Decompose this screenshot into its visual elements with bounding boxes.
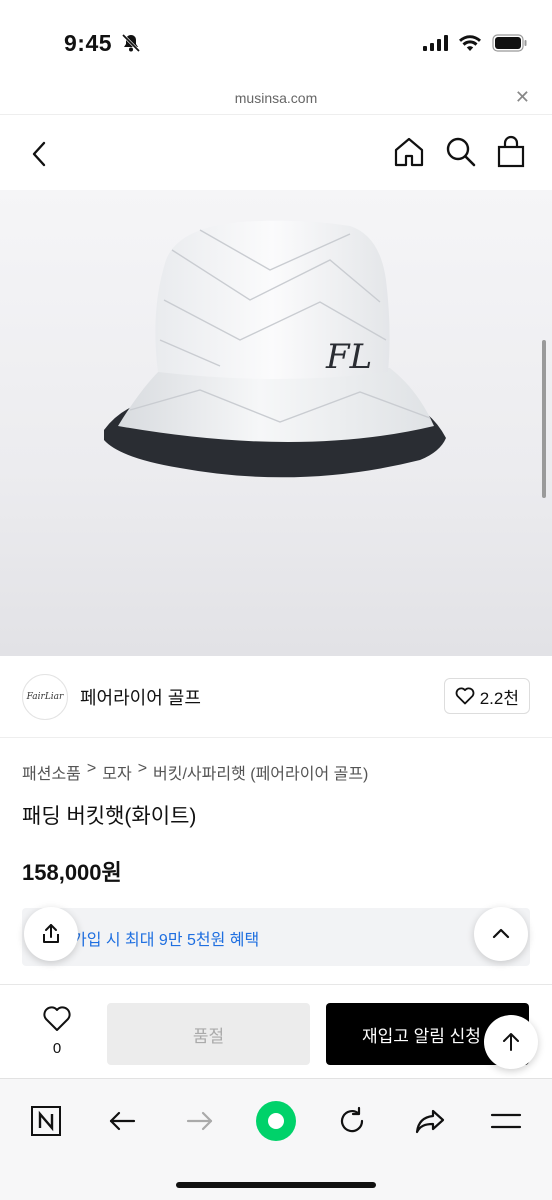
battery-icon: [492, 34, 527, 52]
bell-muted-icon: [121, 33, 141, 53]
breadcrumb: 패션소품 > 모자 > 버킷/사파리햇 (페어라이어 골프): [22, 760, 368, 784]
menu-icon: [490, 1113, 522, 1129]
signal-icon: [423, 35, 448, 51]
product-image[interactable]: FL: [0, 190, 552, 656]
arrow-up-icon: [503, 1033, 519, 1051]
bucket-hat-image: FL: [104, 220, 446, 478]
brand-like-button[interactable]: 2.2천: [443, 678, 530, 714]
scroll-indicator: [542, 340, 546, 498]
naver-n-icon: [31, 1106, 61, 1136]
brand-logo[interactable]: FairLiar: [22, 674, 68, 720]
svg-text:FL: FL: [325, 337, 372, 377]
brand-name[interactable]: 페어라이어 골프: [80, 684, 201, 710]
wishlist-count: 0: [52, 1040, 62, 1057]
share-icon: [43, 924, 59, 943]
breadcrumb-separator: >: [86, 760, 97, 777]
green-dot-icon: [256, 1101, 296, 1141]
share-page-button[interactable]: [408, 1099, 452, 1143]
menu-button[interactable]: [484, 1099, 528, 1143]
scroll-top-button[interactable]: [484, 1015, 538, 1069]
collapse-button[interactable]: [474, 907, 528, 961]
share-arrow-icon: [415, 1109, 445, 1134]
product-price: 158,000원: [22, 860, 122, 885]
wishlist-button[interactable]: 0: [34, 1005, 80, 1057]
shopping-bag-icon[interactable]: [495, 135, 527, 169]
back-chevron-icon[interactable]: [22, 137, 56, 171]
heart-icon: [455, 687, 475, 705]
home-icon[interactable]: [392, 135, 426, 169]
product-title: 패딩 버킷햇(화이트): [22, 805, 197, 828]
search-icon[interactable]: [444, 135, 478, 169]
refresh-button[interactable]: [330, 1099, 374, 1143]
url-bar[interactable]: musinsa.com ✕: [0, 88, 552, 114]
top-nav: [0, 114, 552, 190]
purchase-bar: 0 품절 재입고 알림 신청: [0, 984, 552, 1078]
chevron-up-icon: [492, 928, 510, 939]
back-button[interactable]: [100, 1099, 144, 1143]
soldout-button: 품절: [107, 1003, 310, 1065]
brand-like-count: 2.2천: [479, 688, 519, 708]
heart-icon: [43, 1006, 71, 1031]
benefit-banner[interactable]: 가입 시 최대 9만 5천원 혜택: [22, 908, 530, 966]
naver-n-button[interactable]: [24, 1099, 68, 1143]
forward-button[interactable]: [178, 1099, 222, 1143]
brand-row[interactable]: FairLiar 페어라이어 골프 2.2천: [0, 656, 552, 738]
refresh-icon: [340, 1106, 364, 1133]
status-indicators: [423, 34, 528, 52]
status-time: 9:45: [64, 30, 113, 56]
arrow-left-icon: [109, 1111, 136, 1131]
wifi-icon: [459, 35, 481, 51]
close-icon[interactable]: ✕: [515, 88, 530, 106]
green-dot-button[interactable]: [254, 1099, 298, 1143]
benefit-text: 가입 시 최대 9만 5천원 혜택: [72, 932, 260, 949]
breadcrumb-item[interactable]: 버킷/사파리햇 (페어라이어 골프): [153, 760, 368, 784]
status-bar: 9:45: [0, 0, 552, 88]
share-button[interactable]: [24, 907, 78, 961]
breadcrumb-item[interactable]: 모자: [102, 760, 131, 784]
breadcrumb-item[interactable]: 패션소품: [22, 760, 81, 784]
home-indicator: [176, 1182, 376, 1188]
arrow-right-icon: [186, 1111, 213, 1131]
url-text: musinsa.com: [234, 90, 318, 106]
breadcrumb-separator: >: [137, 760, 148, 777]
